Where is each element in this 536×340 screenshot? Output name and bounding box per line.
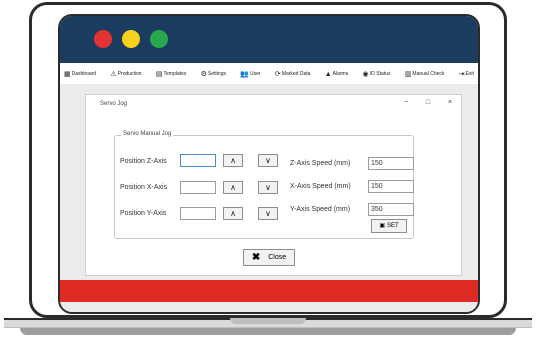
menu-templates[interactable]: ▤ Templates (156, 71, 186, 78)
menu-manual-check[interactable]: ▥ Manual Check (405, 71, 445, 78)
servo-jog-dialog: Servo Jog − □ × Servo Manual Jog Positio… (85, 94, 462, 276)
z-up-button[interactable]: ∧ (223, 154, 243, 167)
menu-label: Exit (465, 71, 474, 77)
y-speed-input[interactable]: 350 (368, 203, 414, 216)
menu-label: Templates (163, 71, 187, 77)
x-speed-input[interactable]: 150 (368, 180, 414, 193)
marked-data-icon: ⟳ (274, 70, 281, 78)
laptop-base-bottom (20, 328, 516, 335)
manual-check-icon: ▥ (404, 70, 412, 78)
window-titlebar (60, 16, 478, 63)
dashboard-icon: ▦ (64, 70, 71, 78)
menu-production[interactable]: ⚠ Production (110, 71, 141, 78)
position-z-label: Position Z-Axis (120, 158, 167, 165)
minimize-icon[interactable]: − (401, 99, 411, 106)
exit-icon: ⇥ (458, 70, 465, 78)
menu-settings[interactable]: ⚙ Settings (201, 71, 226, 78)
position-x-input[interactable] (180, 181, 216, 194)
users-icon: 👥 (240, 70, 250, 78)
z-speed-label: Z-Axis Speed (mm) (290, 160, 351, 167)
position-y-input[interactable] (180, 207, 216, 220)
minimize-window-dot[interactable] (122, 30, 140, 48)
close-x-icon: ✖ (251, 252, 261, 263)
position-y-label: Position Y-Axis (120, 210, 167, 217)
save-icon: ▣ (379, 223, 385, 229)
menu-label: Alarms (332, 71, 349, 77)
footer-bar (60, 280, 478, 302)
y-down-button[interactable]: ∨ (258, 207, 278, 220)
menu-label: Settings (207, 71, 226, 77)
menu-alarms[interactable]: ▲ Alarms (325, 71, 349, 78)
menu-exit[interactable]: ⇥ Exit (459, 71, 474, 78)
maximize-window-dot[interactable] (150, 30, 168, 48)
menu-user[interactable]: 👥 User (240, 71, 260, 78)
z-down-button[interactable]: ∨ (258, 154, 278, 167)
close-window-dot[interactable] (94, 30, 112, 48)
dialog-window-controls: − □ × (401, 99, 455, 106)
menu-label: IO Status (369, 71, 391, 77)
x-up-button[interactable]: ∧ (223, 181, 243, 194)
position-z-input[interactable] (180, 154, 216, 167)
menu-label: Manual Check (412, 71, 445, 77)
x-down-button[interactable]: ∨ (258, 181, 278, 194)
close-icon[interactable]: × (445, 99, 455, 106)
close-button[interactable]: ✖ Close (243, 249, 295, 266)
menu-label: User (250, 71, 261, 77)
y-speed-label: Y-Axis Speed (mm) (290, 206, 351, 213)
production-icon: ⚠ (110, 70, 117, 78)
z-speed-input[interactable]: 150 (368, 157, 414, 170)
main-menubar: ▦ Dashboard ⚠ Production ▤ Templates ⚙ S… (60, 65, 478, 83)
io-status-icon: ◉ (362, 70, 369, 78)
menu-label: Production (117, 71, 142, 77)
menu-marked-data[interactable]: ⟳ Marked Data (275, 71, 311, 78)
settings-icon: ⚙ (200, 70, 207, 78)
alarm-icon: ▲ (324, 70, 332, 78)
templates-icon: ▤ (155, 70, 163, 78)
set-label: SET (387, 223, 399, 229)
menu-label: Marked Data (281, 71, 311, 77)
maximize-icon[interactable]: □ (423, 99, 433, 106)
menu-dashboard[interactable]: ▦ Dashboard (64, 71, 96, 78)
dialog-title: Servo Jog (100, 101, 128, 107)
group-title: Servo Manual Jog (121, 131, 174, 137)
set-button[interactable]: ▣ SET (371, 219, 407, 233)
laptop-base-notch (230, 318, 306, 324)
x-speed-label: X-Axis Speed (mm) (290, 183, 351, 190)
menu-label: Dashboard (71, 71, 97, 77)
position-x-label: Position X-Axis (120, 184, 168, 191)
y-up-button[interactable]: ∧ (223, 207, 243, 220)
menu-io-status[interactable]: ◉ IO Status (363, 71, 391, 78)
close-label: Close (268, 254, 287, 261)
